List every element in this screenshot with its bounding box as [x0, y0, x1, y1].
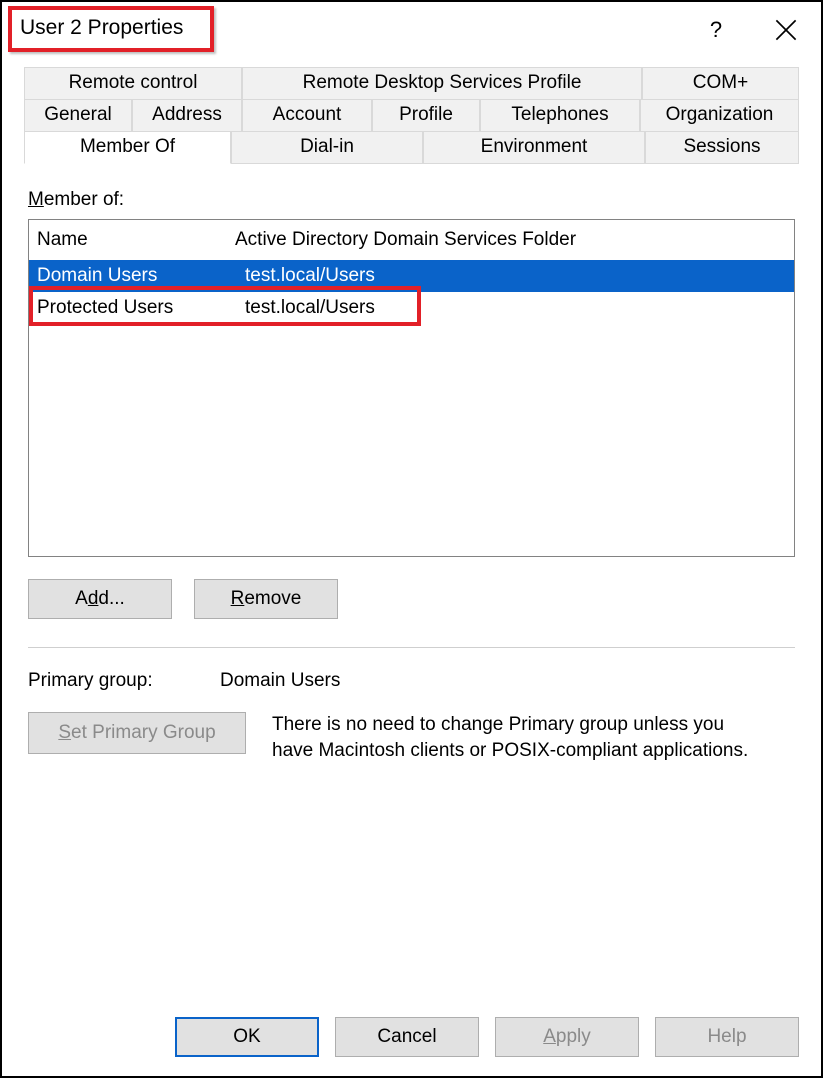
tab-row-3: Member Of Dial-in Environment Sessions	[24, 131, 799, 163]
cell-folder: test.local/Users	[201, 297, 794, 319]
btn-text: Help	[707, 1026, 746, 1048]
btn-text: Cancel	[377, 1026, 436, 1048]
titlebar-controls: ?	[681, 2, 821, 57]
btn-text: et Primary Group	[71, 722, 216, 744]
tab-com-plus[interactable]: COM+	[642, 67, 799, 100]
btn-text-ul: R	[231, 588, 245, 610]
primary-group-value: Domain Users	[220, 670, 795, 692]
tab-member-of[interactable]: Member Of	[24, 131, 231, 164]
add-button[interactable]: Add...	[28, 579, 172, 619]
window-title: User 2 Properties	[20, 16, 183, 40]
tab-general[interactable]: General	[24, 99, 132, 132]
tab-environment[interactable]: Environment	[423, 131, 645, 164]
member-of-listview[interactable]: Name Active Directory Domain Services Fo…	[28, 219, 795, 557]
tab-label: Environment	[481, 136, 588, 157]
tabs-area: Remote control Remote Desktop Services P…	[2, 57, 821, 163]
tab-row-1: Remote control Remote Desktop Services P…	[24, 67, 799, 99]
set-primary-group-button: Set Primary Group	[28, 712, 246, 754]
member-of-button-row: Add... Remove	[28, 579, 795, 619]
separator	[28, 647, 795, 648]
ok-button[interactable]: OK	[175, 1017, 319, 1057]
close-button[interactable]	[751, 2, 821, 57]
cell-name: Domain Users	[29, 265, 201, 287]
tab-remote-control[interactable]: Remote control	[24, 67, 242, 100]
primary-group-label: Primary group:	[28, 670, 220, 692]
tab-profile[interactable]: Profile	[372, 99, 480, 132]
tab-label: Remote Desktop Services Profile	[303, 72, 582, 93]
help-icon: ?	[710, 17, 722, 43]
btn-text: emove	[244, 588, 301, 610]
btn-text: pply	[556, 1026, 591, 1048]
help-footer-button[interactable]: Help	[655, 1017, 799, 1057]
dialog-footer: OK Cancel Apply Help	[2, 998, 821, 1076]
remove-button[interactable]: Remove	[194, 579, 338, 619]
help-button[interactable]: ?	[681, 2, 751, 57]
tab-label: COM+	[693, 72, 748, 93]
primary-group-row: Primary group: Domain Users	[28, 670, 795, 692]
btn-text: OK	[233, 1026, 260, 1048]
tab-label: Remote control	[69, 72, 198, 93]
tab-organization[interactable]: Organization	[640, 99, 799, 132]
tab-label: Organization	[666, 104, 774, 125]
listview-header: Name Active Directory Domain Services Fo…	[29, 220, 794, 260]
btn-text-ul: d	[88, 588, 99, 610]
list-item[interactable]: Protected Users test.local/Users	[29, 292, 794, 324]
tab-label: Telephones	[511, 104, 608, 125]
tab-rds-profile[interactable]: Remote Desktop Services Profile	[242, 67, 642, 100]
btn-text-ul: S	[58, 722, 71, 744]
title-bar: User 2 Properties ?	[2, 2, 821, 57]
btn-text-ul: A	[543, 1026, 556, 1048]
label-rest: ember of:	[44, 189, 124, 210]
tab-label: Sessions	[683, 136, 760, 157]
tab-sessions[interactable]: Sessions	[645, 131, 799, 164]
tab-panel-member-of: Member of: Name Active Directory Domain …	[2, 163, 821, 998]
tab-label: Dial-in	[300, 136, 354, 157]
primary-button-row: Set Primary Group There is no need to ch…	[28, 712, 795, 763]
tab-label: Profile	[399, 104, 453, 125]
cell-folder: test.local/Users	[201, 265, 794, 287]
tab-account[interactable]: Account	[242, 99, 372, 132]
primary-group-note: There is no need to change Primary group…	[272, 712, 752, 763]
tab-telephones[interactable]: Telephones	[480, 99, 640, 132]
list-item[interactable]: Domain Users test.local/Users	[29, 260, 794, 292]
cell-name: Protected Users	[29, 297, 201, 319]
tab-label: Member Of	[80, 136, 175, 157]
tab-label: General	[44, 104, 112, 125]
tab-address[interactable]: Address	[132, 99, 242, 132]
btn-text: A	[75, 588, 88, 610]
close-icon	[775, 19, 797, 41]
tab-label: Address	[152, 104, 222, 125]
tab-row-2: General Address Account Profile Telephon…	[24, 99, 799, 131]
cancel-button[interactable]: Cancel	[335, 1017, 479, 1057]
column-header-name[interactable]: Name	[29, 229, 227, 251]
column-header-folder[interactable]: Active Directory Domain Services Folder	[227, 229, 794, 251]
label-underline: M	[28, 189, 44, 210]
member-of-label: Member of:	[28, 189, 795, 211]
tab-dial-in[interactable]: Dial-in	[231, 131, 423, 164]
apply-button[interactable]: Apply	[495, 1017, 639, 1057]
tab-label: Account	[273, 104, 342, 125]
properties-dialog: User 2 Properties ? Remote control Remot…	[0, 0, 823, 1078]
btn-text: d...	[98, 588, 124, 610]
